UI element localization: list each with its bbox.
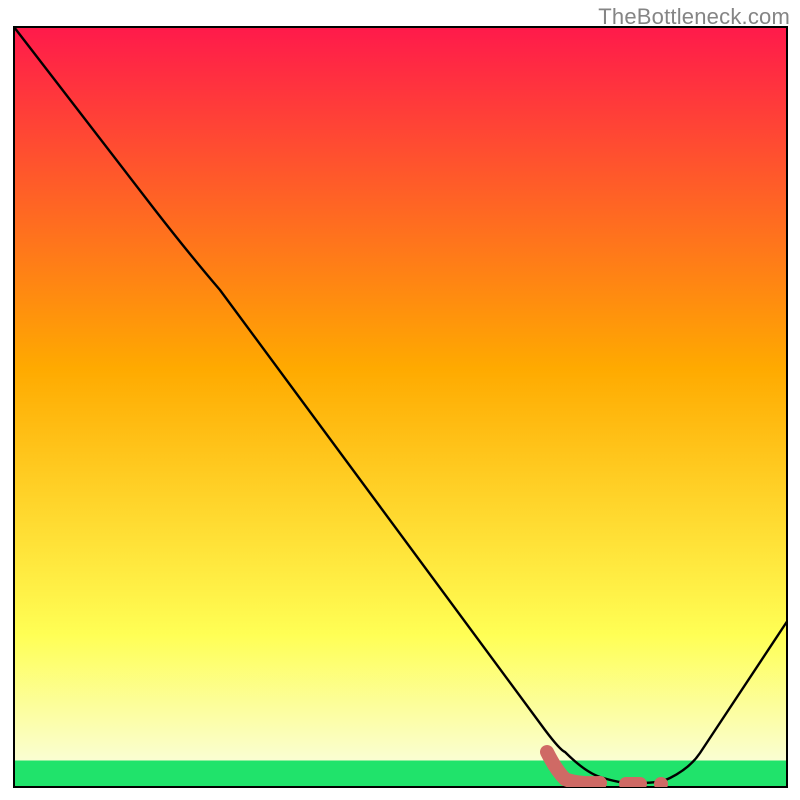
chart-container: TheBottleneck.com [0, 0, 800, 800]
plot-background [14, 27, 787, 787]
watermark-text: TheBottleneck.com [598, 4, 790, 30]
chart-svg [0, 0, 800, 800]
marker-dot [654, 777, 668, 791]
